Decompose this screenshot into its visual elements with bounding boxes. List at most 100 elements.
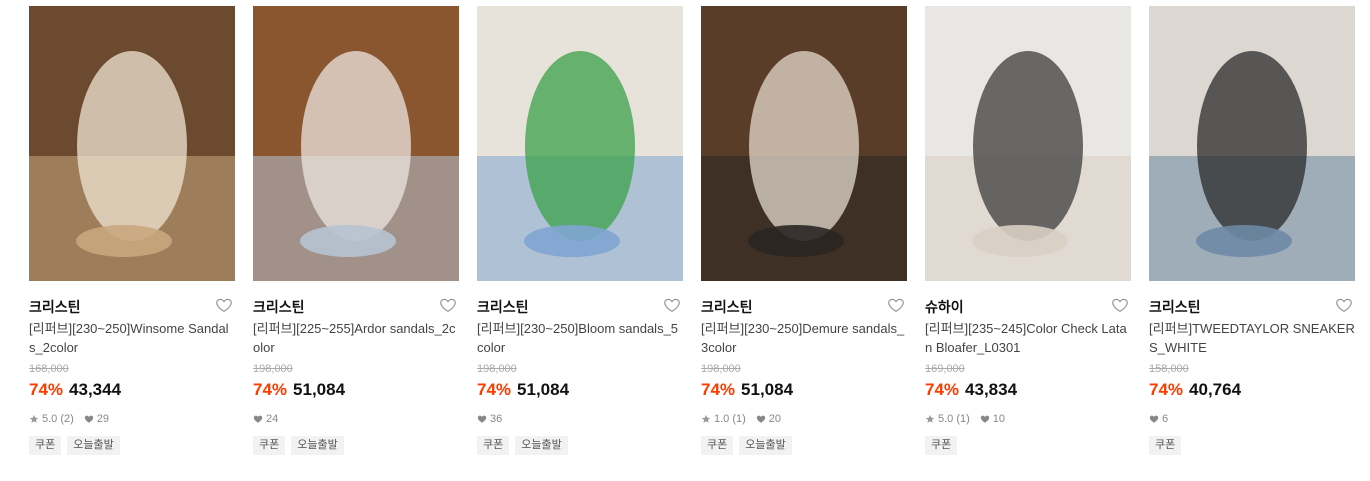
price-row: 74% 43,344 — [29, 380, 121, 402]
heart-outline-icon[interactable] — [439, 296, 457, 314]
discount-rate: 74% — [253, 380, 288, 399]
rating: 5.0 (2) — [29, 413, 74, 425]
likes: 20 — [756, 413, 781, 425]
likes: 29 — [84, 413, 109, 425]
heart-icon — [1149, 414, 1159, 424]
brand-name[interactable]: 크리스틴 — [253, 297, 305, 317]
product-grid: 크리스틴 [리퍼브][230~250]Winsome Sandals_2colo… — [29, 6, 1359, 476]
ships-today-tag: 오늘출발 — [739, 436, 792, 455]
likes: 24 — [253, 413, 278, 425]
coupon-tag: 쿠폰 — [253, 436, 286, 455]
review-meta: 6 — [1149, 411, 1178, 427]
ships-today-tag: 오늘출발 — [67, 436, 120, 455]
product-card-4[interactable]: 크리스틴 [리퍼브][230~250]Demure sandals_3color… — [701, 6, 907, 471]
product-name[interactable]: [리퍼브][230~250]Winsome Sandals_2color — [29, 319, 235, 357]
coupon-tag: 쿠폰 — [701, 436, 734, 455]
original-price: 198,000 — [477, 363, 517, 375]
discount-rate: 74% — [701, 380, 736, 399]
product-card-6[interactable]: 크리스틴 [리퍼브]TWEEDTAYLOR SNEAKERS_WHITE 158… — [1149, 6, 1355, 471]
heart-outline-icon[interactable] — [1111, 296, 1129, 314]
likes: 6 — [1149, 413, 1168, 425]
heart-icon — [84, 414, 94, 424]
ships-today-tag: 오늘출발 — [515, 436, 568, 455]
brand-row: 크리스틴 — [29, 295, 235, 315]
tweed-sneakers-photo[interactable] — [1149, 6, 1355, 281]
product-card-5[interactable]: 슈하이 [리퍼브][235~245]Color Check Latan Bloa… — [925, 6, 1131, 471]
woman-on-stairs-photo[interactable] — [253, 6, 459, 281]
sale-price: 43,834 — [965, 380, 1018, 399]
original-price: 198,000 — [253, 363, 293, 375]
heart-outline-icon[interactable] — [887, 296, 905, 314]
price-row: 74% 43,834 — [925, 380, 1017, 402]
likes-count: 20 — [768, 413, 782, 425]
review-meta: 1.0 (1) 20 — [701, 411, 791, 427]
rating-value: 5.0 (2) — [42, 413, 74, 425]
review-meta: 24 — [253, 411, 288, 427]
brand-name[interactable]: 크리스틴 — [477, 297, 529, 317]
ships-today-tag: 오늘출발 — [291, 436, 344, 455]
brand-row: 크리스틴 — [701, 295, 907, 315]
star-icon — [925, 414, 935, 424]
review-meta: 5.0 (2) 29 — [29, 411, 119, 427]
woman-sitting-wooden-steps-photo[interactable] — [29, 6, 235, 281]
likes: 10 — [980, 413, 1005, 425]
likes-count: 36 — [490, 413, 503, 425]
product-name[interactable]: [리퍼브][230~250]Bloom sandals_5color — [477, 319, 683, 357]
sale-price: 40,764 — [1189, 380, 1242, 399]
brand-name[interactable]: 슈하이 — [925, 297, 964, 317]
brand-name[interactable]: 크리스틴 — [701, 297, 753, 317]
sale-price: 51,084 — [293, 380, 346, 399]
tag-list: 쿠폰 — [1149, 436, 1187, 456]
tag-list: 쿠폰 오늘출발 — [29, 436, 126, 456]
product-card-2[interactable]: 크리스틴 [리퍼브][225~255]Ardor sandals_2color … — [253, 6, 459, 471]
heart-icon — [756, 414, 766, 424]
sale-price: 51,084 — [517, 380, 570, 399]
likes-count: 6 — [1162, 413, 1169, 425]
product-name[interactable]: [리퍼브]TWEEDTAYLOR SNEAKERS_WHITE — [1149, 319, 1355, 357]
price-row: 74% 51,084 — [477, 380, 569, 402]
feet-on-white-stairs-photo[interactable] — [925, 6, 1131, 281]
brand-name[interactable]: 크리스틴 — [1149, 297, 1201, 317]
tag-list: 쿠폰 오늘출발 — [477, 436, 574, 456]
price-row: 74% 51,084 — [701, 380, 793, 402]
brand-row: 크리스틴 — [1149, 295, 1355, 315]
review-meta: 5.0 (1) 10 — [925, 411, 1015, 427]
likes-count: 10 — [992, 413, 1006, 425]
discount-rate: 74% — [925, 380, 960, 399]
heart-outline-icon[interactable] — [1335, 296, 1353, 314]
review-meta: 36 — [477, 411, 512, 427]
brand-row: 크리스틴 — [477, 295, 683, 315]
heart-outline-icon[interactable] — [663, 296, 681, 314]
brand-row: 크리스틴 — [253, 295, 459, 315]
brand-name[interactable]: 크리스틴 — [29, 297, 81, 317]
rating-value: 5.0 (1) — [938, 413, 970, 425]
sale-price: 43,344 — [69, 380, 122, 399]
heart-icon — [477, 414, 487, 424]
star-icon — [701, 414, 711, 424]
original-price: 169,000 — [925, 363, 965, 375]
heart-outline-icon[interactable] — [215, 296, 233, 314]
product-card-3[interactable]: 크리스틴 [리퍼브][230~250]Bloom sandals_5color … — [477, 6, 683, 471]
woman-in-black-crouching-photo[interactable] — [701, 6, 907, 281]
tag-list: 쿠폰 오늘출발 — [701, 436, 798, 456]
rating: 5.0 (1) — [925, 413, 970, 425]
coupon-tag: 쿠폰 — [29, 436, 62, 455]
rating-value: 1.0 (1) — [714, 413, 746, 425]
coupon-tag: 쿠폰 — [477, 436, 510, 455]
original-price: 198,000 — [701, 363, 741, 375]
product-name[interactable]: [리퍼브][230~250]Demure sandals_3color — [701, 319, 907, 357]
product-name[interactable]: [리퍼브][235~245]Color Check Latan Bloafer_… — [925, 319, 1131, 357]
coupon-tag: 쿠폰 — [1149, 436, 1182, 455]
original-price: 158,000 — [1149, 363, 1189, 375]
tag-list: 쿠폰 — [925, 436, 963, 456]
price-row: 74% 51,084 — [253, 380, 345, 402]
product-card-1[interactable]: 크리스틴 [리퍼브][230~250]Winsome Sandals_2colo… — [29, 6, 235, 471]
discount-rate: 74% — [29, 380, 64, 399]
discount-rate: 74% — [477, 380, 512, 399]
rating: 1.0 (1) — [701, 413, 746, 425]
product-name[interactable]: [리퍼브][225~255]Ardor sandals_2color — [253, 319, 459, 357]
likes-count: 24 — [266, 413, 279, 425]
slide-sandals-on-linen-photo[interactable] — [477, 6, 683, 281]
tag-list: 쿠폰 오늘출발 — [253, 436, 350, 456]
discount-rate: 74% — [1149, 380, 1184, 399]
